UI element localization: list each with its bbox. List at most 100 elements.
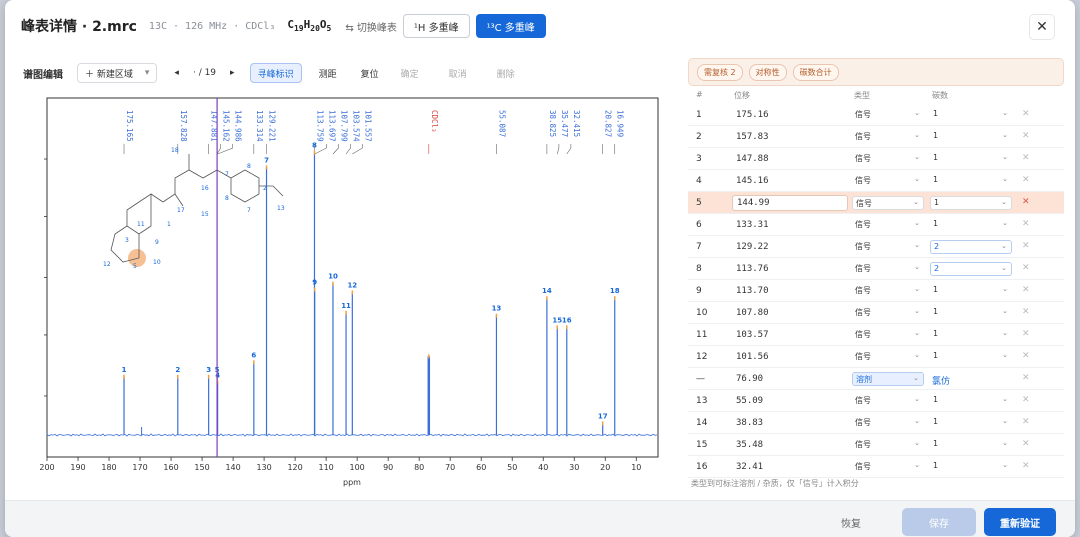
table-row[interactable]: 7 129.22 信号 ⌄ 2 ⌄ ✕ — [688, 236, 1064, 258]
shift-value[interactable]: 147.88 — [736, 154, 769, 164]
delete-row-icon[interactable]: ✕ — [1022, 373, 1030, 383]
delete-row-icon[interactable]: ✕ — [1022, 219, 1030, 229]
table-row[interactable]: 9 113.70 信号 ⌄ 1 ⌄ ✕ — [688, 280, 1064, 302]
chevron-down-icon[interactable]: ▾ — [145, 68, 150, 78]
spectrum-svg[interactable]: 200 190 180 170 160 150 140 130 120 110 100 90 80 70 6… — [15, 92, 670, 492]
type-select[interactable]: 信号 ⌄ — [852, 460, 924, 474]
shift-value[interactable]: 35.48 — [736, 440, 763, 450]
shift-value[interactable]: 157.83 — [736, 132, 769, 142]
type-select[interactable]: 信号 ⌄ — [852, 284, 924, 298]
table-row[interactable]: 11 103.57 信号 ⌄ 1 ⌄ ✕ — [688, 324, 1064, 346]
delete-row-icon[interactable]: ✕ — [1022, 197, 1030, 207]
shift-value[interactable]: 113.70 — [736, 286, 769, 296]
type-select[interactable]: 信号 ⌄ — [852, 416, 924, 430]
table-row[interactable]: 13 55.09 信号 ⌄ 1 ⌄ ✕ — [688, 390, 1064, 412]
shift-value[interactable]: 38.83 — [736, 418, 763, 428]
tag-needs-review[interactable]: 需复核 2 — [697, 63, 743, 81]
count-select[interactable]: 1 ⌄ — [930, 130, 1012, 144]
type-select[interactable]: 信号 ⌄ — [852, 152, 924, 166]
count-select[interactable]: 1 ⌄ — [930, 152, 1012, 166]
type-select[interactable]: 信号 ⌄ — [852, 328, 924, 342]
type-select[interactable]: 信号 ⌄ — [852, 240, 924, 254]
count-select[interactable]: 1 ⌄ — [930, 350, 1012, 364]
delete-row-icon[interactable]: ✕ — [1022, 395, 1030, 405]
count-select[interactable]: 2 ⌄ — [930, 262, 1012, 276]
count-select[interactable]: 1 ⌄ — [930, 328, 1012, 342]
find-peaks-button[interactable]: 寻峰标识 — [249, 63, 302, 83]
delete-row-icon[interactable]: ✕ — [1022, 417, 1030, 427]
shift-value[interactable]: 133.31 — [736, 220, 769, 230]
delete-row-icon[interactable]: ✕ — [1022, 175, 1030, 185]
next-region-button[interactable]: ▸ — [223, 63, 242, 83]
table-row[interactable]: 16 32.41 信号 ⌄ 1 ⌄ ✕ — [688, 456, 1064, 478]
shift-value[interactable]: 145.16 — [736, 176, 769, 186]
type-select[interactable]: 溶剂 ⌄ — [852, 372, 924, 386]
type-select[interactable]: 信号 ⌄ — [852, 174, 924, 188]
count-select[interactable]: 1 ⌄ — [930, 174, 1012, 188]
tag-symmetry[interactable]: 对称性 — [748, 63, 787, 81]
shift-value[interactable]: 144.99 — [732, 195, 848, 211]
measure-button[interactable]: 测距 — [312, 63, 344, 83]
shift-value[interactable]: 101.56 — [736, 352, 769, 362]
count-select[interactable]: 1 ⌄ — [930, 416, 1012, 430]
count-select[interactable]: 2 ⌄ — [930, 240, 1012, 254]
table-row[interactable]: 5 144.99 信号 ⌄ 1 ⌄ ✕ — [688, 192, 1064, 214]
shift-value[interactable]: 32.41 — [736, 462, 763, 472]
type-select[interactable]: 信号 ⌄ — [852, 350, 924, 364]
count-select[interactable]: 1 ⌄ — [930, 394, 1012, 408]
restore-button[interactable]: 恢复 — [816, 508, 886, 536]
count-select[interactable]: 1 ⌄ — [930, 438, 1012, 452]
shift-value[interactable]: 103.57 — [736, 330, 769, 340]
delete-row-icon[interactable]: ✕ — [1022, 329, 1030, 339]
table-row[interactable]: 12 101.56 信号 ⌄ 1 ⌄ ✕ — [688, 346, 1064, 368]
type-select[interactable]: 信号 ⌄ — [852, 306, 924, 320]
shift-value[interactable]: 129.22 — [736, 242, 769, 252]
delete-row-icon[interactable]: ✕ — [1022, 109, 1030, 119]
type-select[interactable]: 信号 ⌄ — [852, 130, 924, 144]
shift-value[interactable]: 55.09 — [736, 396, 763, 406]
table-row[interactable]: 6 133.31 信号 ⌄ 1 ⌄ ✕ — [688, 214, 1064, 236]
count-select[interactable]: 1 ⌄ — [930, 218, 1012, 232]
tab-13c-multiplet[interactable]: ¹³C 多重峰 — [475, 14, 546, 38]
delete-row-icon[interactable]: ✕ — [1022, 351, 1030, 361]
delete-row-icon[interactable]: ✕ — [1022, 439, 1030, 449]
count-select[interactable]: 1 ⌄ — [930, 306, 1012, 320]
prev-region-button[interactable]: ◂ — [167, 63, 186, 83]
nmr-spectrum-chart[interactable]: 200 190 180 170 160 150 140 130 120 110 100 90 80 70 6… — [15, 92, 670, 492]
shift-value[interactable]: 76.90 — [736, 374, 763, 384]
table-row[interactable]: 1 175.16 信号 ⌄ 1 ⌄ ✕ — [688, 104, 1064, 126]
table-row[interactable]: 3 147.88 信号 ⌄ 1 ⌄ ✕ — [688, 148, 1064, 170]
delete-row-icon[interactable]: ✕ — [1022, 285, 1030, 295]
type-select[interactable]: 信号 ⌄ — [852, 262, 924, 276]
delete-row-icon[interactable]: ✕ — [1022, 131, 1030, 141]
type-select[interactable]: 信号 ⌄ — [852, 394, 924, 408]
table-row[interactable]: 15 35.48 信号 ⌄ 1 ⌄ ✕ — [688, 434, 1064, 456]
delete-row-icon[interactable]: ✕ — [1022, 241, 1030, 251]
table-row[interactable]: 14 38.83 信号 ⌄ 1 ⌄ ✕ — [688, 412, 1064, 434]
shift-value[interactable]: 113.76 — [736, 264, 769, 274]
table-row[interactable]: 10 107.80 信号 ⌄ 1 ⌄ ✕ — [688, 302, 1064, 324]
shift-value[interactable]: 175.16 — [736, 110, 769, 120]
cancel-button[interactable]: 取消 — [442, 63, 474, 83]
count-select[interactable]: 1 ⌄ — [930, 460, 1012, 474]
table-row[interactable]: 8 113.76 信号 ⌄ 2 ⌄ ✕ — [688, 258, 1064, 280]
close-button[interactable]: ✕ — [1029, 14, 1055, 40]
delete-row-icon[interactable]: ✕ — [1022, 153, 1030, 163]
reverify-button[interactable]: 重新验证 — [984, 508, 1056, 536]
delete-row-icon[interactable]: ✕ — [1022, 263, 1030, 273]
type-select[interactable]: 信号 ⌄ — [852, 218, 924, 232]
delete-button[interactable]: 删除 — [490, 63, 522, 83]
count-select[interactable]: 1 ⌄ — [930, 108, 1012, 122]
confirm-button[interactable]: 确定 — [394, 63, 426, 83]
type-select[interactable]: 信号 ⌄ — [852, 108, 924, 122]
table-row[interactable]: 2 157.83 信号 ⌄ 1 ⌄ ✕ — [688, 126, 1064, 148]
count-select[interactable]: 1 ⌄ — [930, 284, 1012, 298]
switch-table-toggle[interactable]: ⇆ 切换峰表 — [345, 19, 397, 34]
delete-row-icon[interactable]: ✕ — [1022, 461, 1030, 471]
save-button[interactable]: 保存 — [902, 508, 976, 536]
new-region-button[interactable]: ＋ 新建区域 ▾ — [77, 63, 158, 83]
tag-carbon-total[interactable]: 碳数合计 — [792, 63, 839, 81]
count-select[interactable]: 1 ⌄ — [930, 196, 1012, 210]
tab-1h-multiplet[interactable]: ¹H 多重峰 — [402, 14, 470, 38]
table-row[interactable]: — 76.90 溶剂 ⌄ 氯仿 ✕ — [688, 368, 1064, 390]
